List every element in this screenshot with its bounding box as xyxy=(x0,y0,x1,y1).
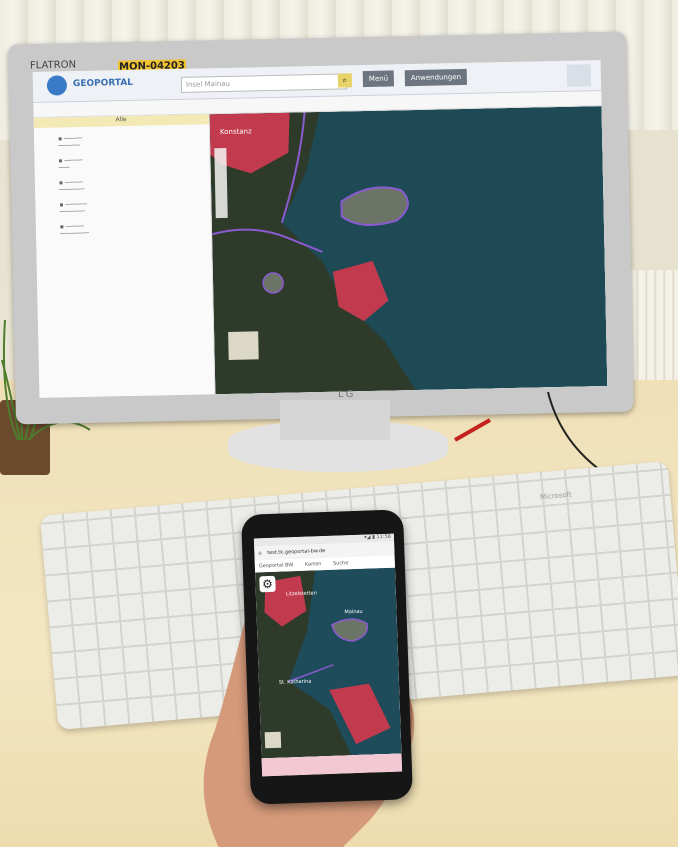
map-label: Mainau xyxy=(344,608,363,616)
state-logo-icon xyxy=(566,64,592,87)
search-input[interactable]: Insel Mainau xyxy=(180,73,348,93)
tab-geoportal[interactable]: Geoportal BW xyxy=(255,562,294,569)
map-label: Konstanz xyxy=(220,127,252,136)
geoportal-logo-icon xyxy=(46,75,68,96)
apps-button[interactable]: Anwendungen xyxy=(404,68,468,87)
monitor-brand: FLATRON xyxy=(29,59,77,72)
monitor-stand xyxy=(280,400,390,440)
map-label: Litzelstetten xyxy=(285,590,317,598)
url-text: test.tk.geoportal-bw.de xyxy=(267,548,326,557)
gear-icon[interactable]: ⚙ xyxy=(259,575,276,593)
layer-item[interactable]: ▪ ────── ─────── xyxy=(59,201,87,216)
layer-item[interactable]: ▪ ───── ────── xyxy=(58,135,82,150)
phone-map[interactable]: Litzelstetten Mainau St. Katharina xyxy=(255,567,402,759)
layer-item[interactable]: ▪ ───── ─────── xyxy=(59,179,85,194)
photo-scene: FLATRON MON-04203 GEOPORTAL Insel Mainau… xyxy=(0,0,678,847)
lg-logo: LG xyxy=(338,389,356,400)
phone-screen: ▾◢ ▮ 11:58 ⌂ test.tk.geoportal-bw.de Geo… xyxy=(253,533,403,777)
menu-button[interactable]: Menü xyxy=(362,70,395,88)
layer-item[interactable]: ▪ ───── ──────── xyxy=(60,223,89,238)
monitor-screen: GEOPORTAL Insel Mainau ⌕ Menü Anwendunge… xyxy=(32,60,608,398)
portal-title: GEOPORTAL xyxy=(72,77,134,90)
map-label: St. Katharina xyxy=(278,678,312,686)
desktop-map[interactable]: Konstanz xyxy=(209,106,608,395)
tab-search[interactable]: Suche xyxy=(323,560,349,567)
layer-sidebar: Alle ▪ ───── ────── ▪ ───── ─── ▪ ───── … xyxy=(33,114,216,398)
search-icon[interactable]: ⌕ xyxy=(337,73,353,88)
home-icon[interactable]: ⌂ xyxy=(254,550,261,556)
tab-maps[interactable]: Karten xyxy=(295,561,322,568)
layer-item[interactable]: ▪ ───── ─── xyxy=(58,157,82,172)
